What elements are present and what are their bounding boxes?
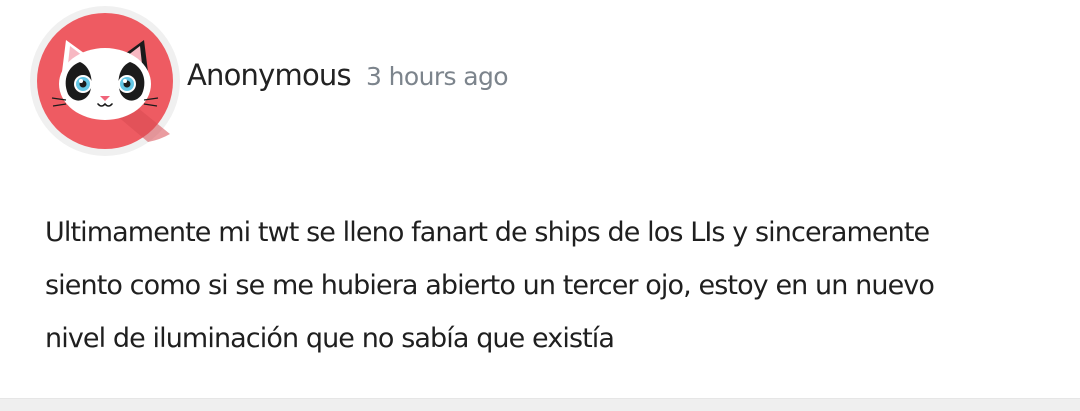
avatar[interactable] (30, 6, 180, 156)
post-message: Ultimamente mi twt se lleno fanart de sh… (45, 206, 1055, 365)
author-name[interactable]: Anonymous (187, 58, 352, 92)
message-line: nivel de iluminación que no sabía que ex… (45, 323, 615, 354)
list-divider (0, 398, 1080, 411)
post-timestamp: 3 hours ago (366, 62, 509, 91)
cat-avatar-icon (30, 6, 180, 156)
message-line: siento como si se me hubiera abierto un … (45, 270, 935, 301)
confession-card: Anonymous 3 hours ago Ultimamente mi twt… (0, 0, 1080, 398)
message-line: Ultimamente mi twt se lleno fanart de sh… (45, 217, 930, 248)
